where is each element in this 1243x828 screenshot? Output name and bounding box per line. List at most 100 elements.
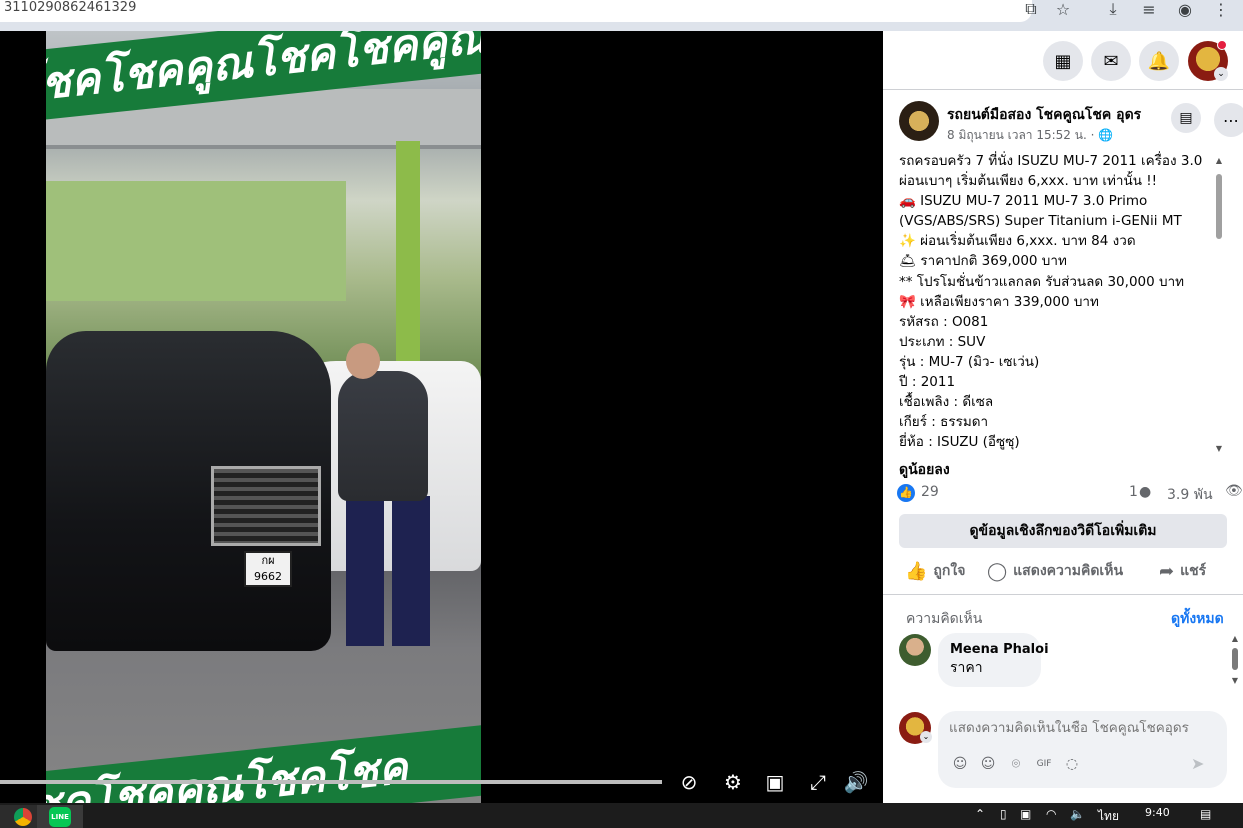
line-app-icon: LINE <box>49 806 71 827</box>
media-icon[interactable]: ≡ <box>1138 0 1160 19</box>
like-button[interactable]: 👍 ถูกใจ <box>905 559 965 583</box>
comment-composer[interactable]: ☺ ☺ ⌾ GIF ◌ ➤ <box>938 711 1227 788</box>
green-wall <box>46 181 346 301</box>
share-button-label: แชร์ <box>1180 563 1207 579</box>
see-less-link[interactable]: ดูน้อยลง <box>899 459 950 481</box>
comments-scroll-down-icon[interactable]: ▼ <box>1230 676 1240 686</box>
more-options-icon[interactable]: ⋯ <box>1214 103 1243 137</box>
volume-icon[interactable]: 🔊 <box>843 770 869 794</box>
post-side-panel: ▦ ✉ 🔔 ⌄ รถยนต์มือสอง โชคคูณโชค อุดร 8 มิ… <box>883 31 1243 803</box>
post-text: รถครอบครัว 7 ที่นั่ง ISUZU MU-7 2011 เคร… <box>899 151 1211 456</box>
chrome-icon <box>14 807 32 826</box>
reactions-row: 👍 29 1 ● 3.9 พัน 👁 <box>897 483 1243 503</box>
avatar-chevron-down-icon[interactable]: ⌄ <box>920 731 932 743</box>
wifi-icon[interactable]: ◠ <box>1046 807 1056 821</box>
commenter-avatar[interactable] <box>899 634 931 666</box>
comment-text: ราคา <box>950 660 983 676</box>
apps-grid-icon[interactable]: ▦ <box>1043 41 1083 81</box>
gif-icon[interactable]: GIF <box>1034 754 1054 774</box>
eye-icon: 👁 <box>1225 483 1243 499</box>
post-line: ประเภท : SUV <box>899 333 986 350</box>
avatar-sticker-icon[interactable]: ☺ <box>950 754 970 774</box>
comment-button-label: แสดงความคิดเห็น <box>1013 563 1124 579</box>
comment-input[interactable] <box>949 720 1219 736</box>
suv-grille <box>211 466 321 546</box>
captions-off-icon[interactable]: ⊘ <box>676 770 702 794</box>
send-icon[interactable]: ➤ <box>1191 754 1204 773</box>
comment-author[interactable]: Meena Phaloi <box>950 641 1049 659</box>
post-line: 🛎 ราคาปกติ 369,000 บาท <box>899 253 1067 270</box>
url-text[interactable]: 3110290862461329 <box>4 0 136 16</box>
post-line: 🚗 ISUZU MU-7 2011 MU-7 3.0 Primo <box>899 193 1148 210</box>
camera-icon[interactable]: ⌾ <box>1006 754 1026 774</box>
comment-bubble-icon: ● <box>1139 484 1152 500</box>
tray-device-icon[interactable]: ▯ <box>1000 807 1007 821</box>
share-button[interactable]: ➦ แชร์ <box>1159 559 1206 583</box>
sticker-icon[interactable]: ◌ <box>1062 754 1082 774</box>
page-avatar[interactable] <box>899 101 939 141</box>
comments-scroll-up-icon[interactable]: ▲ <box>1230 634 1240 644</box>
messenger-icon[interactable]: ✉ <box>1091 41 1131 81</box>
green-pillar <box>396 141 420 371</box>
comment-button[interactable]: ◯ แสดงความคิดเห็น <box>987 559 1123 583</box>
post-line: ✨ ผ่อนเริ่มต้นเพียง 6,xxx. บาท 84 งวด <box>899 233 1136 250</box>
comments-divider <box>883 594 1243 595</box>
post-line: รถครอบครัว 7 ที่นั่ง ISUZU MU-7 2011 เคร… <box>899 153 1203 169</box>
tray-app-icon[interactable]: ▣ <box>1020 807 1031 821</box>
notification-center-icon[interactable]: ▤ <box>1200 807 1211 821</box>
post-line: ปี : 2011 <box>899 374 956 391</box>
scroll-down-icon[interactable]: ▼ <box>1214 444 1224 454</box>
notifications-icon[interactable]: 🔔 <box>1139 41 1179 81</box>
view-all-comments-link[interactable]: ดูทั้งหมด <box>1171 608 1224 630</box>
settings-gear-icon[interactable]: ⚙ <box>720 770 746 794</box>
taskbar-line[interactable]: LINE <box>37 805 83 828</box>
menu-icon[interactable]: ⋮ <box>1210 0 1232 19</box>
fullscreen-icon[interactable]: ⤢ <box>805 770 831 794</box>
like-button-label: ถูกใจ <box>933 563 966 579</box>
post-scrollbar[interactable]: ▲ ▼ <box>1214 156 1224 454</box>
post-line: เชื้อเพลิง : ดีเซล <box>899 394 994 411</box>
post-line: ** โปรโมชั่นข้าวแลกลด รับส่วนลด 30,000 บ… <box>899 273 1185 290</box>
license-plate: กผ 9662 <box>244 551 292 587</box>
thumbs-up-icon: 👍 <box>905 560 928 582</box>
save-post-icon[interactable]: ▤ <box>1171 103 1201 133</box>
comment-bubble: Meena Phaloi ราคา <box>938 633 1049 687</box>
speaker-icon[interactable]: 🔈 <box>1070 807 1085 821</box>
like-reaction-icon: 👍 <box>897 484 915 502</box>
person-body <box>338 371 428 501</box>
star-icon[interactable]: ☆ <box>1052 0 1074 19</box>
input-language[interactable]: ไทย <box>1098 807 1119 826</box>
install-icon[interactable]: ⧉ <box>1020 0 1042 18</box>
post-line: ผ่อนเบาๆ เริ่มต้นเพียง 6,xxx. บาท เท่านั… <box>899 173 1158 190</box>
video-player[interactable]: กผ 9662 โชคโชคคูณโชคโชคคูณ โชคโชคคูณโชคโ… <box>0 31 883 803</box>
post-line: รุ่น : MU-7 (มิว- เซเว่น) <box>899 353 1040 370</box>
post-timestamp[interactable]: 8 มิถุนายน เวลา 15:52 น. · 🌐 <box>947 126 1113 145</box>
page-name[interactable]: รถยนต์มือสอง โชคคูณโชค อุดร <box>947 104 1141 126</box>
emoji-icon[interactable]: ☺ <box>978 754 998 774</box>
post-line: ยี่ห้อ : ISUZU (อีซูซุ) <box>899 434 1020 451</box>
address-bar[interactable]: 3110290862461329 <box>0 0 1032 22</box>
comments-scrollbar[interactable]: ▲ ▼ <box>1230 634 1240 686</box>
post-line: เกียร์ : ธรรมดา <box>899 414 989 431</box>
scroll-thumb[interactable] <box>1216 174 1222 239</box>
comments-scroll-thumb[interactable] <box>1232 648 1238 670</box>
person-legs <box>346 496 430 646</box>
clock-time[interactable]: 9:40 <box>1145 806 1170 819</box>
post-line: (VGS/ABS/SRS) Super Titanium i-GENii MT <box>899 213 1182 230</box>
person-head <box>346 343 380 379</box>
download-icon[interactable]: ⤓ <box>1102 0 1124 18</box>
chevron-down-icon[interactable]: ⌄ <box>1214 67 1228 81</box>
like-count[interactable]: 29 <box>921 484 939 500</box>
comment-count[interactable]: 1 <box>1129 484 1138 500</box>
video-banner-bottom: โชคโชคคูณโชคโชค <box>46 716 481 803</box>
video-progress-bar[interactable] <box>0 780 662 784</box>
video-frame: กผ 9662 โชคโชคคูณโชคโชคคูณ โชคโชคคูณโชคโ… <box>46 31 481 803</box>
view-count: 3.9 พัน <box>1167 487 1213 503</box>
tray-chevron-up-icon[interactable]: ⌃ <box>975 807 985 821</box>
post-line: รหัสรถ : O081 <box>899 313 989 330</box>
profile-icon[interactable]: ◉ <box>1174 0 1196 19</box>
scroll-up-icon[interactable]: ▲ <box>1214 156 1224 166</box>
video-insights-button[interactable]: ดูข้อมูลเชิงลึกของวิดีโอเพิ่มเติม <box>899 514 1227 548</box>
windows-taskbar: LINE ⌃ ▯ ▣ ◠ 🔈 ไทย 9:40 ▤ <box>0 803 1243 828</box>
miniplayer-icon[interactable]: ▣ <box>762 770 788 794</box>
